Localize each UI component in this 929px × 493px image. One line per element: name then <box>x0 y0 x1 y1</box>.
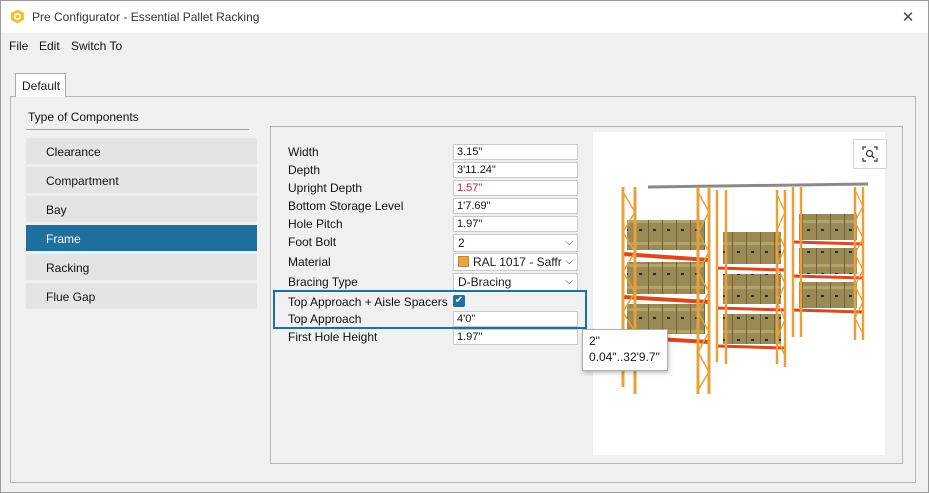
component-item-racking[interactable]: Racking <box>26 254 257 280</box>
chevron-down-icon: ⌵ <box>565 276 573 287</box>
value-range-tooltip: 2" 0.04"..32'9.7" <box>582 329 668 371</box>
rack-3d-preview[interactable] <box>593 132 887 455</box>
components-heading: Type of Components <box>28 110 139 124</box>
tab-default[interactable]: Default <box>15 73 66 97</box>
first-hole-height-label: First Hole Height <box>288 330 378 344</box>
bottom-storage-level-field[interactable]: 1'7.69" <box>453 198 578 214</box>
first-hole-height-field[interactable]: 1.97" <box>453 329 578 345</box>
depth-field[interactable]: 3'11.24" <box>453 162 578 178</box>
component-item-clearance[interactable]: Clearance <box>26 138 257 164</box>
width-field[interactable]: 3.15" <box>453 144 578 160</box>
bottom-storage-level-label: Bottom Storage Level <box>288 199 404 213</box>
focus-highlight-box <box>273 290 587 329</box>
tooltip-value: 2" <box>589 334 600 348</box>
tooltip-range: 0.04"..32'9.7" <box>589 350 660 364</box>
menu-bar: File Edit Switch To <box>1 33 928 59</box>
upright-depth-label: Upright Depth <box>288 181 363 195</box>
bracing-type-value: D-Bracing <box>458 275 512 289</box>
window-title: Pre Configurator - Essential Pallet Rack… <box>32 10 260 24</box>
foot-bolt-label: Foot Bolt <box>288 235 337 249</box>
material-color-swatch <box>458 256 469 267</box>
chevron-down-icon: ⌵ <box>565 256 573 267</box>
chevron-down-icon: ⌵ <box>565 237 573 248</box>
rack-bay-middle <box>715 190 787 367</box>
upright-depth-field[interactable]: 1.57" <box>453 180 578 196</box>
component-item-bay[interactable]: Bay <box>26 196 257 222</box>
close-icon: ✕ <box>901 9 915 26</box>
app-logo-icon <box>10 9 25 24</box>
rack-bay-back <box>791 187 865 340</box>
component-item-flue-gap[interactable]: Flue Gap <box>26 283 257 309</box>
app-window: Pre Configurator - Essential Pallet Rack… <box>0 0 929 493</box>
title-bar: Pre Configurator - Essential Pallet Rack… <box>1 1 928 33</box>
material-value: RAL 1017 - Saffr <box>473 255 562 269</box>
menu-edit[interactable]: Edit <box>39 39 60 53</box>
zoom-to-fit-button[interactable] <box>853 139 887 169</box>
rack-illustration <box>621 182 869 394</box>
width-label: Width <box>288 145 319 159</box>
zoom-fit-icon <box>862 146 878 162</box>
bracing-type-label: Bracing Type <box>288 275 358 289</box>
main-content: Default Type of Components Clearance Com… <box>7 60 922 487</box>
hole-pitch-field[interactable]: 1.97" <box>453 216 578 232</box>
hole-pitch-label: Hole Pitch <box>288 217 343 231</box>
foot-bolt-value: 2 <box>458 236 465 250</box>
foot-bolt-select[interactable]: 2 ⌵ <box>453 234 578 252</box>
heading-divider <box>26 129 249 130</box>
depth-label: Depth <box>288 163 321 177</box>
component-item-compartment[interactable]: Compartment <box>26 167 257 193</box>
close-button[interactable]: ✕ <box>888 1 928 33</box>
menu-switch-to[interactable]: Switch To <box>71 39 122 53</box>
material-label: Material <box>288 255 331 269</box>
menu-file[interactable]: File <box>9 39 28 53</box>
bracing-type-select[interactable]: D-Bracing ⌵ <box>453 273 578 291</box>
material-select[interactable]: RAL 1017 - Saffr ⌵ <box>453 253 578 271</box>
component-item-frame[interactable]: Frame <box>26 225 257 251</box>
